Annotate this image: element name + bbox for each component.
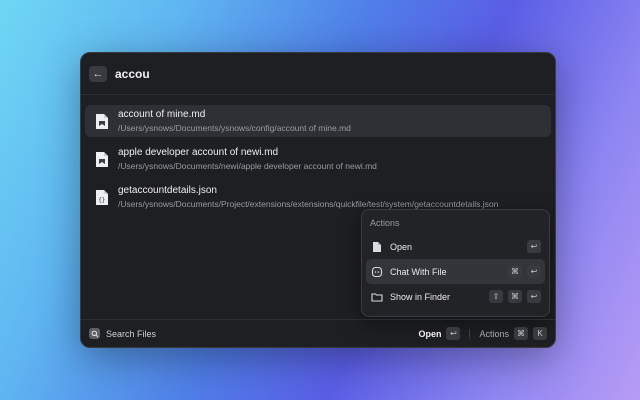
- json-file-icon: {}: [95, 189, 109, 206]
- action-label: Show in Finder: [390, 291, 451, 302]
- return-key-badge: ↩: [446, 327, 461, 340]
- action-chat-with-file[interactable]: Chat With File ⌘ ↩: [366, 259, 545, 284]
- footer-bar: Search Files Open ↩ Actions ⌘ K: [81, 319, 555, 347]
- action-label: Open: [390, 241, 413, 252]
- k-key-badge: K: [533, 327, 547, 340]
- arrow-left-icon: ←: [92, 67, 104, 80]
- search-bar: ← accou: [81, 53, 555, 95]
- results-list: account of mine.md /Users/ysnows/Documen…: [81, 95, 555, 213]
- result-row[interactable]: account of mine.md /Users/ysnows/Documen…: [85, 105, 551, 137]
- chat-icon: [370, 265, 384, 279]
- result-path: /Users/ysnows/Documents/newi/apple devel…: [118, 160, 377, 171]
- footer-title: Search Files: [106, 328, 157, 339]
- footer-open-action[interactable]: Open: [418, 329, 441, 339]
- action-label: Chat With File: [390, 266, 447, 277]
- search-query[interactable]: accou: [115, 67, 150, 81]
- command-key-badge: ⌘: [514, 327, 528, 340]
- markdown-file-icon: [95, 151, 109, 168]
- return-key-badge: ↩: [527, 265, 541, 278]
- return-key-badge: ↩: [527, 240, 541, 253]
- actions-panel-title: Actions: [370, 218, 400, 228]
- document-icon: [370, 240, 384, 254]
- footer-actions-button[interactable]: Actions: [479, 329, 509, 339]
- shift-key-badge: ⇧: [489, 290, 503, 303]
- result-title: getaccountdetails.json: [118, 184, 217, 196]
- folder-icon: [370, 290, 384, 304]
- result-row[interactable]: apple developer account of newi.md /User…: [85, 143, 551, 175]
- action-open[interactable]: Open ↩: [366, 234, 545, 259]
- result-path: /Users/ysnows/Documents/Project/extensio…: [118, 198, 499, 209]
- footer-divider: [469, 328, 471, 339]
- result-title: apple developer account of newi.md: [118, 146, 279, 158]
- command-key-badge: ⌘: [508, 265, 522, 278]
- result-path: /Users/ysnows/Documents/ysnows/config/ac…: [118, 122, 351, 133]
- launcher-window: ← accou account of mine.md /Users/ysnows…: [80, 52, 556, 348]
- markdown-file-icon: [95, 113, 109, 130]
- action-show-in-finder[interactable]: Show in Finder ⇧ ⌘ ↩: [366, 284, 545, 309]
- command-key-badge: ⌘: [508, 290, 522, 303]
- result-title: account of mine.md: [118, 108, 206, 120]
- return-key-badge: ↩: [527, 290, 541, 303]
- back-button[interactable]: ←: [89, 65, 107, 82]
- svg-text:{}: {}: [98, 197, 105, 204]
- actions-panel: Actions Open ↩ Chat With File ⌘ ↩ Show i…: [361, 209, 550, 317]
- search-files-extension-icon: [89, 328, 100, 339]
